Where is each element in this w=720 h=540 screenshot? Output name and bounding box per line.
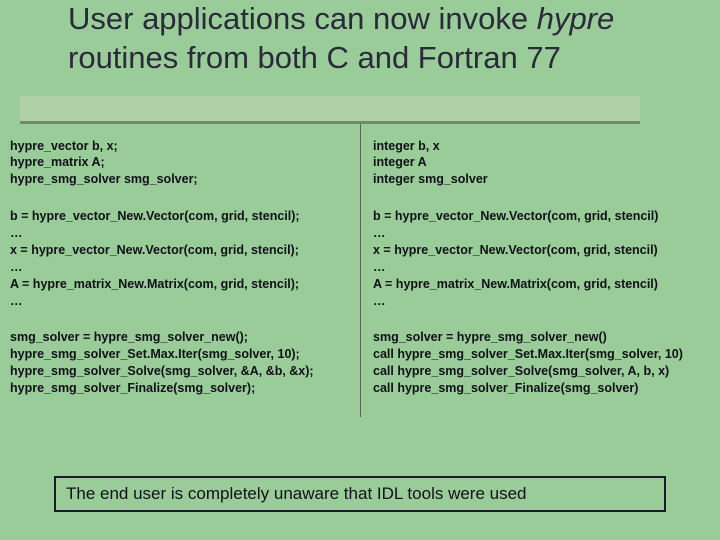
title-text-post: routines from both C and Fortran 77 [68, 40, 561, 75]
fortran-construct: b = hypre_vector_New.Vector(com, grid, s… [373, 208, 710, 309]
slide-title: User applications can now invoke hypre r… [68, 0, 660, 78]
c-decls: hypre_vector b, x; hypre_matrix A; hypre… [10, 138, 354, 189]
c-construct: b = hypre_vector_New.Vector(com, grid, s… [10, 208, 354, 309]
footer-text: The end user is completely unaware that … [66, 484, 527, 503]
fortran-solve: smg_solver = hypre_smg_solver_new() call… [373, 329, 710, 397]
c-solve: smg_solver = hypre_smg_solver_new(); hyp… [10, 329, 354, 397]
c-column: C Test Code hypre_vector b, x; hypre_mat… [10, 96, 360, 417]
fortran-decls: integer b, x integer A integer smg_solve… [373, 138, 710, 189]
title-text-pre: User applications can now invoke [68, 1, 537, 36]
title-underline [20, 96, 640, 124]
footer-callout: The end user is completely unaware that … [54, 476, 666, 512]
fortran-column: Fortran 77 Test Code integer b, x intege… [360, 96, 710, 417]
title-text-italic: hypre [537, 1, 615, 36]
slide-title-wrap: User applications can now invoke hypre r… [0, 0, 660, 78]
code-columns: C Test Code hypre_vector b, x; hypre_mat… [0, 78, 720, 417]
